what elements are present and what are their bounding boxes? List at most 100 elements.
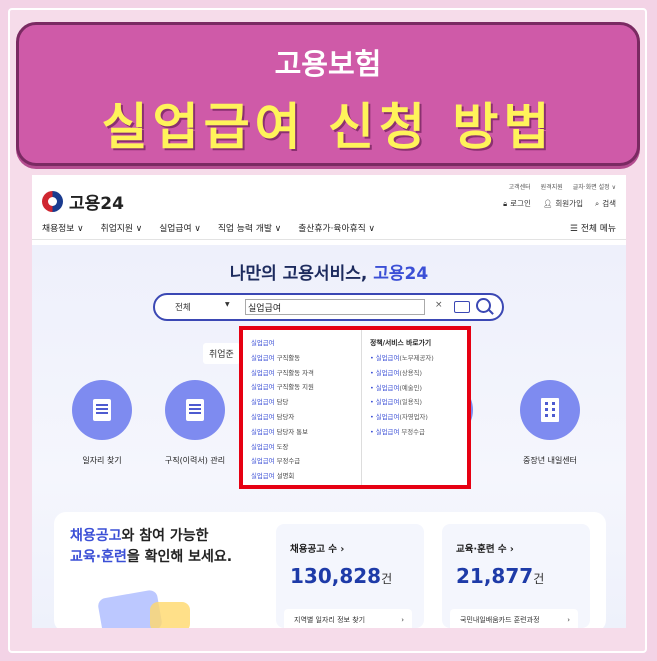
training-course-button[interactable]: 국민내일배움카드 훈련과정 ›: [450, 609, 578, 628]
nav-item-unemployment-benefits[interactable]: 실업급여 ∨: [159, 221, 201, 234]
building-icon: [541, 398, 559, 422]
banner-title: 실업급여 신청 방법: [101, 98, 555, 156]
keyboard-icon[interactable]: [454, 301, 470, 313]
site-logo[interactable]: 고용24: [42, 189, 124, 214]
suggestion-item[interactable]: 실업급여: [251, 336, 359, 351]
shortcut-rest: (노무제공자): [399, 354, 434, 362]
stat-number: 130,828: [290, 564, 382, 588]
shortcut-list: 정책/서비스 바로가기 • 실업급여(노무제공자) • 실업급여(상용직) • …: [361, 330, 467, 485]
hero-title: 나만의 고용서비스, 고용24: [32, 259, 626, 284]
shortcut-item[interactable]: • 실업급여(예술인): [370, 381, 467, 396]
shortcut-heading: 정책/서비스 바로가기: [370, 339, 432, 347]
stat-value: 21,877건: [456, 564, 544, 588]
shortcut-item[interactable]: • 실업급여(노무제공자): [370, 351, 467, 366]
suggestion-item[interactable]: 실업급여 담당자: [251, 410, 359, 425]
stat-unit: 건: [381, 572, 393, 586]
suggestion-keyword: 실업급여: [251, 383, 275, 392]
shortcut-rest: 부정수급: [399, 427, 425, 436]
shortcut-item[interactable]: • 실업급여(자영업자): [370, 410, 467, 425]
suggestion-rest: 담당자: [274, 412, 295, 421]
chevron-right-icon: ›: [401, 616, 404, 624]
suggestion-keyword: 실업급여: [251, 412, 275, 421]
suggestion-item[interactable]: 실업급여 담당자 통보: [251, 425, 359, 440]
person-icon: 👤︎: [542, 199, 553, 208]
folder-illustration: [150, 602, 190, 628]
chevron-right-icon: ›: [567, 616, 570, 624]
suggestion-rest: 구직활동 지원: [274, 383, 314, 392]
suggestion-list: 실업급여 실업급여 구직활동 실업급여 구직활동 자격 실업급여 구직활동 지원…: [251, 336, 359, 484]
stat-label[interactable]: 교육·훈련 수 ›: [456, 541, 514, 555]
nav-item-jobs[interactable]: 채용정보 ∨: [42, 221, 84, 234]
remote-support-link[interactable]: 원격지원: [541, 182, 563, 191]
nav-item-parental-leave[interactable]: 출산휴가·육아휴직 ∨: [298, 221, 375, 234]
suggestion-item[interactable]: 실업급여 구직활동 자격: [251, 366, 359, 381]
user-menu: 🔒︎ 로그인 👤︎ 회원가입 ⌕ 검색: [503, 198, 616, 209]
shortcut-item[interactable]: • 실업급여(상용직): [370, 366, 467, 381]
signup-link[interactable]: 👤︎ 회원가입: [543, 198, 583, 209]
all-menu-button[interactable]: ☰ 전체 메뉴: [570, 221, 616, 234]
nav-item-employment-support[interactable]: 취업지원 ∨: [101, 221, 143, 234]
display-settings-link[interactable]: 글자·화면 설정 ∨: [573, 182, 616, 191]
suggestion-item[interactable]: 실업급여 설명회: [251, 469, 359, 484]
promo-text-part: 와 참여 가능한: [121, 528, 209, 544]
service-resume-management[interactable]: 구직(이력서) 관리: [155, 380, 235, 466]
service-job-search[interactable]: 일자리 찾기: [62, 380, 142, 466]
shortcut-keyword: • 실업급여: [370, 413, 400, 422]
autocomplete-dropdown: 실업급여 실업급여 구직활동 실업급여 구직활동 자격 실업급여 구직활동 지원…: [239, 326, 471, 489]
suggestion-rest: 담당자 통보: [274, 427, 308, 436]
search-link[interactable]: ⌕ 검색: [595, 198, 616, 209]
service-label: 구직(이력서) 관리: [164, 456, 226, 465]
customer-center-link[interactable]: 고객센터: [509, 182, 531, 191]
suggestion-rest: 설명회: [274, 472, 295, 481]
quick-tag[interactable]: 취업준: [203, 343, 240, 364]
clear-icon[interactable]: ×: [435, 300, 443, 310]
banner-subtitle: 고용보험: [274, 47, 382, 81]
website-screenshot: 고용24 고객센터 원격지원 글자·화면 설정 ∨ 🔒︎ 로그인 👤︎ 회원가입 ⌕…: [32, 175, 626, 628]
suggestion-rest: 도장: [274, 442, 289, 451]
suggestion-keyword: 실업급여: [251, 339, 275, 347]
hero-title-brand: 고용24: [373, 264, 429, 284]
search-category-select[interactable]: 전체: [175, 301, 191, 313]
suggestion-item[interactable]: 실업급여 부정수급: [251, 454, 359, 469]
suggestion-rest: 구직활동 자격: [274, 368, 314, 377]
suggestion-keyword: 실업급여: [251, 398, 275, 407]
service-circle: [165, 380, 225, 440]
suggestion-item[interactable]: 실업급여 구직활동 지원: [251, 380, 359, 395]
shortcut-keyword: • 실업급여: [370, 398, 400, 407]
suggestion-item[interactable]: 실업급여 도장: [251, 440, 359, 455]
login-label: 로그인: [510, 199, 531, 208]
service-midcareer-center[interactable]: 중장년 내일센터: [510, 380, 590, 466]
regional-jobs-button[interactable]: 지역별 일자리 정보 찾기 ›: [284, 609, 412, 628]
shortcut-rest: (예술인): [399, 383, 422, 392]
shortcut-item[interactable]: • 실업급여 부정수급: [370, 425, 467, 440]
logo-text: 고용24: [69, 194, 124, 214]
shortcut-keyword: • 실업급여: [370, 368, 400, 377]
suggestion-item[interactable]: 실업급여 담당: [251, 395, 359, 410]
shortcut-keyword: • 실업급여: [370, 383, 400, 392]
taegeuk-logo-icon: [42, 191, 63, 212]
suggestion-keyword: 실업급여: [251, 472, 275, 481]
document-search-icon: [93, 399, 111, 421]
stat-number: 21,877: [456, 564, 534, 588]
shortcut-rest: (일용직): [399, 398, 422, 407]
search-label: 검색: [602, 199, 616, 208]
stat-label[interactable]: 채용공고 수 ›: [290, 541, 344, 555]
login-link[interactable]: 🔒︎ 로그인: [503, 198, 531, 209]
suggestion-rest: 부정수급: [274, 457, 301, 466]
hero-title-prefix: 나만의 고용서비스,: [229, 264, 374, 284]
search-input[interactable]: 실업급여: [245, 299, 425, 315]
search-bar: 전체 ▼ 실업급여 ×: [153, 293, 504, 321]
utility-links: 고객센터 원격지원 글자·화면 설정 ∨: [509, 182, 616, 191]
job-postings-card: 채용공고 수 › 130,828건 지역별 일자리 정보 찾기 ›: [276, 524, 424, 628]
magnifier-icon[interactable]: [476, 298, 491, 313]
suggestion-rest: 구직활동: [274, 353, 301, 362]
nav-item-skills-development[interactable]: 직업 능력 개발 ∨: [218, 221, 281, 234]
shortcut-item[interactable]: • 실업급여(일용직): [370, 395, 467, 410]
signup-label: 회원가입: [555, 199, 583, 208]
suggestion-item[interactable]: 실업급여 구직활동: [251, 351, 359, 366]
promo-highlight: 채용공고: [70, 528, 122, 544]
document-check-icon: [186, 399, 204, 421]
caret-down-icon: ▼: [225, 301, 230, 308]
service-circle: [520, 380, 580, 440]
stats-section: 채용공고와 참여 가능한 교육·훈련을 확인해 보세요. 채용공고 수 › 13…: [54, 512, 606, 628]
